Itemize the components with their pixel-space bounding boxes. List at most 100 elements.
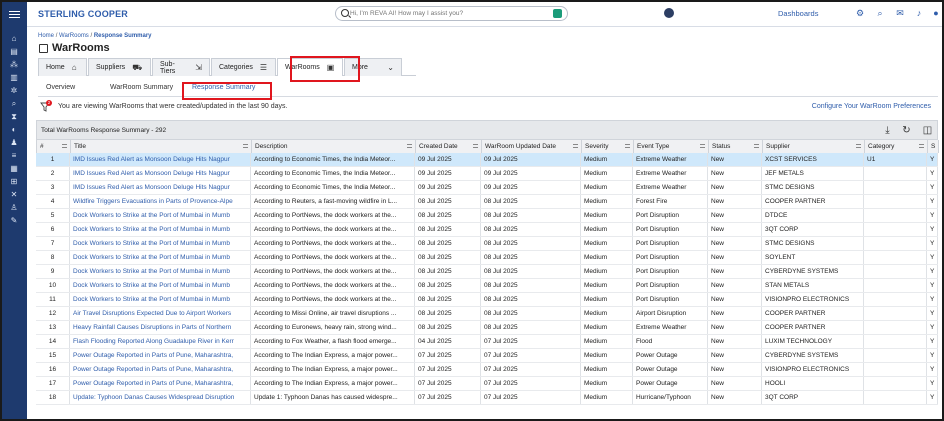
network-nav-icon[interactable]: ⁂ [9, 60, 19, 69]
list-nav-icon[interactable]: ≡ [9, 151, 19, 160]
table-row[interactable]: 7 Dock Workers to Strike at the Port of M… [36, 237, 938, 251]
message-icon[interactable]: ✉ [895, 8, 905, 18]
calendar-nav-icon[interactable]: ▤ [9, 47, 19, 56]
column-menu-icon[interactable] [243, 144, 248, 148]
column-menu-icon[interactable] [754, 144, 759, 148]
org-nav-icon[interactable]: ⊞ [9, 177, 19, 186]
breadcrumb-home[interactable]: Home [38, 33, 54, 39]
table-row[interactable]: 5 Dock Workers to Strike at the Port of M… [36, 209, 938, 223]
title-link[interactable]: Flash Flooding Reported Along Guadalupe … [70, 335, 251, 348]
table-row[interactable]: 12 Air Travel Disruptions Expected Due to… [36, 307, 938, 321]
title-link[interactable]: Power Outage Reported in Parts of Pune, … [70, 349, 251, 362]
title-link[interactable]: Power Outage Reported in Parts of Pune, … [70, 377, 251, 390]
column-header[interactable]: Status [709, 140, 763, 153]
table-row[interactable]: 9 Dock Workers to Strike at the Port of M… [36, 265, 938, 279]
table-row[interactable]: 4 Wildfire Triggers Evacuations in Parts … [36, 195, 938, 209]
hourglass-nav-icon[interactable]: ⧗ [9, 112, 19, 121]
title-link[interactable]: Heavy Rainfall Causes Disruptions in Par… [70, 321, 251, 334]
table-row[interactable]: 1 IMD Issues Red Alert as Monsoon Deluge … [36, 153, 938, 167]
configure-preferences-link[interactable]: Configure Your WarRoom Preferences [812, 103, 931, 110]
subtab-warroom-summary[interactable]: WarRoom Summary [110, 84, 173, 91]
table-row[interactable]: 13 Heavy Rainfall Causes Disruptions in P… [36, 321, 938, 335]
column-header[interactable]: S [928, 140, 939, 153]
column-header[interactable]: Description [252, 140, 416, 153]
column-menu-icon[interactable] [573, 144, 578, 148]
title-link[interactable]: Dock Workers to Strike at the Port of Mu… [70, 265, 251, 278]
settings-nav-icon[interactable]: ✲ [9, 86, 19, 95]
refresh-icon[interactable]: ↻ [901, 125, 912, 136]
table-row[interactable]: 10 Dock Workers to Strike at the Port of … [36, 279, 938, 293]
title-link[interactable]: IMD Issues Red Alert as Monsoon Deluge H… [70, 153, 251, 166]
column-header[interactable]: WarRoom Updated Date [482, 140, 582, 153]
search-icon[interactable]: ⌕ [875, 8, 885, 18]
edit-nav-icon[interactable]: ✎ [9, 216, 19, 225]
title-link[interactable]: IMD Issues Red Alert as Monsoon Deluge H… [70, 181, 251, 194]
globe-nav-icon[interactable]: ◐ [9, 125, 19, 134]
column-menu-icon[interactable] [700, 144, 705, 148]
table-row[interactable]: 3 IMD Issues Red Alert as Monsoon Deluge … [36, 181, 938, 195]
column-menu-icon[interactable] [473, 144, 478, 148]
grid-toolbar: Total WarRooms Response Summary - 292 ⤓ … [36, 120, 938, 140]
table-row[interactable]: 14 Flash Flooding Reported Along Guadalup… [36, 335, 938, 349]
table-row[interactable]: 16 Power Outage Reported in Parts of Pune… [36, 363, 938, 377]
title-link[interactable]: Air Travel Disruptions Expected Due to A… [70, 307, 251, 320]
hamburger-menu-icon[interactable] [2, 2, 27, 27]
column-menu-icon[interactable] [625, 144, 630, 148]
column-header[interactable]: # [37, 140, 71, 153]
table-row[interactable]: 6 Dock Workers to Strike at the Port of M… [36, 223, 938, 237]
ai-send-icon[interactable] [553, 9, 562, 18]
download-icon[interactable]: ⤓ [882, 125, 893, 136]
title-link[interactable]: Update: Typhoon Danas Causes Widespread … [70, 391, 251, 404]
title-link[interactable]: Dock Workers to Strike at the Port of Mu… [70, 237, 251, 250]
tab-sub-tiers[interactable]: Sub-Tiers ⇲ [152, 58, 210, 76]
home-nav-icon[interactable]: ⌂ [9, 34, 19, 43]
factory-nav-icon[interactable]: ▥ [9, 73, 19, 82]
title-link[interactable]: Dock Workers to Strike at the Port of Mu… [70, 251, 251, 264]
table-row[interactable]: 17 Power Outage Reported in Parts of Pune… [36, 377, 938, 391]
report-nav-icon[interactable]: ▦ [9, 164, 19, 173]
tools-nav-icon[interactable]: ✕ [9, 190, 19, 199]
title-link[interactable]: Dock Workers to Strike at the Port of Mu… [70, 209, 251, 222]
settings-gear-icon[interactable]: ⚙ [855, 8, 865, 18]
column-menu-icon[interactable] [62, 144, 67, 148]
column-menu-icon[interactable] [919, 144, 924, 148]
table-row[interactable]: 11 Dock Workers to Strike at the Port of … [36, 293, 938, 307]
search-nav-icon[interactable]: ⌕ [9, 99, 19, 108]
tab-suppliers[interactable]: Suppliers ⛟ [88, 58, 151, 76]
column-header[interactable]: Category [865, 140, 928, 153]
title-link[interactable]: Dock Workers to Strike at the Port of Mu… [70, 223, 251, 236]
bell-icon[interactable]: ♪ [914, 8, 924, 18]
columns-panel-icon[interactable]: ◫ [922, 125, 933, 136]
column-header[interactable]: Event Type [634, 140, 709, 153]
column-header[interactable]: Severity [582, 140, 634, 153]
audit-nav-icon[interactable]: ♙ [9, 203, 19, 212]
tab-categories[interactable]: Categories ☰ [211, 58, 276, 76]
title-link[interactable]: Power Outage Reported in Parts of Pune, … [70, 363, 251, 376]
column-menu-icon[interactable] [407, 144, 412, 148]
search-icon [341, 9, 349, 17]
search-input[interactable] [350, 8, 540, 19]
reva-search-box[interactable] [335, 6, 568, 21]
people-nav-icon[interactable]: ♟ [9, 138, 19, 147]
table-row[interactable]: 8 Dock Workers to Strike at the Port of M… [36, 251, 938, 265]
dashboards-link[interactable]: Dashboards [778, 9, 818, 18]
table-cell: 09 Jul 2025 [415, 181, 481, 194]
table-row[interactable]: 2 IMD Issues Red Alert as Monsoon Deluge … [36, 167, 938, 181]
column-header[interactable]: Supplier [763, 140, 865, 153]
breadcrumb-warrooms[interactable]: WarRooms [59, 33, 89, 39]
column-header[interactable]: Title [71, 140, 252, 153]
table-cell: 12 [36, 307, 70, 320]
globe-icon[interactable] [664, 8, 674, 18]
title-link[interactable]: Dock Workers to Strike at the Port of Mu… [70, 293, 251, 306]
tab-home[interactable]: Home ⌂ [38, 58, 87, 76]
column-menu-icon[interactable] [856, 144, 861, 148]
user-avatar-icon[interactable]: ● [931, 8, 941, 18]
table-row[interactable]: 18 Update: Typhoon Danas Causes Widesprea… [36, 391, 938, 405]
title-link[interactable]: Wildfire Triggers Evacuations in Parts o… [70, 195, 251, 208]
subtab-overview[interactable]: Overview [46, 84, 75, 91]
table-row[interactable]: 15 Power Outage Reported in Parts of Pune… [36, 349, 938, 363]
title-link[interactable]: IMD Issues Red Alert as Monsoon Deluge H… [70, 167, 251, 180]
table-cell: 5 [36, 209, 70, 222]
column-header[interactable]: Created Date [416, 140, 482, 153]
title-link[interactable]: Dock Workers to Strike at the Port of Mu… [70, 279, 251, 292]
